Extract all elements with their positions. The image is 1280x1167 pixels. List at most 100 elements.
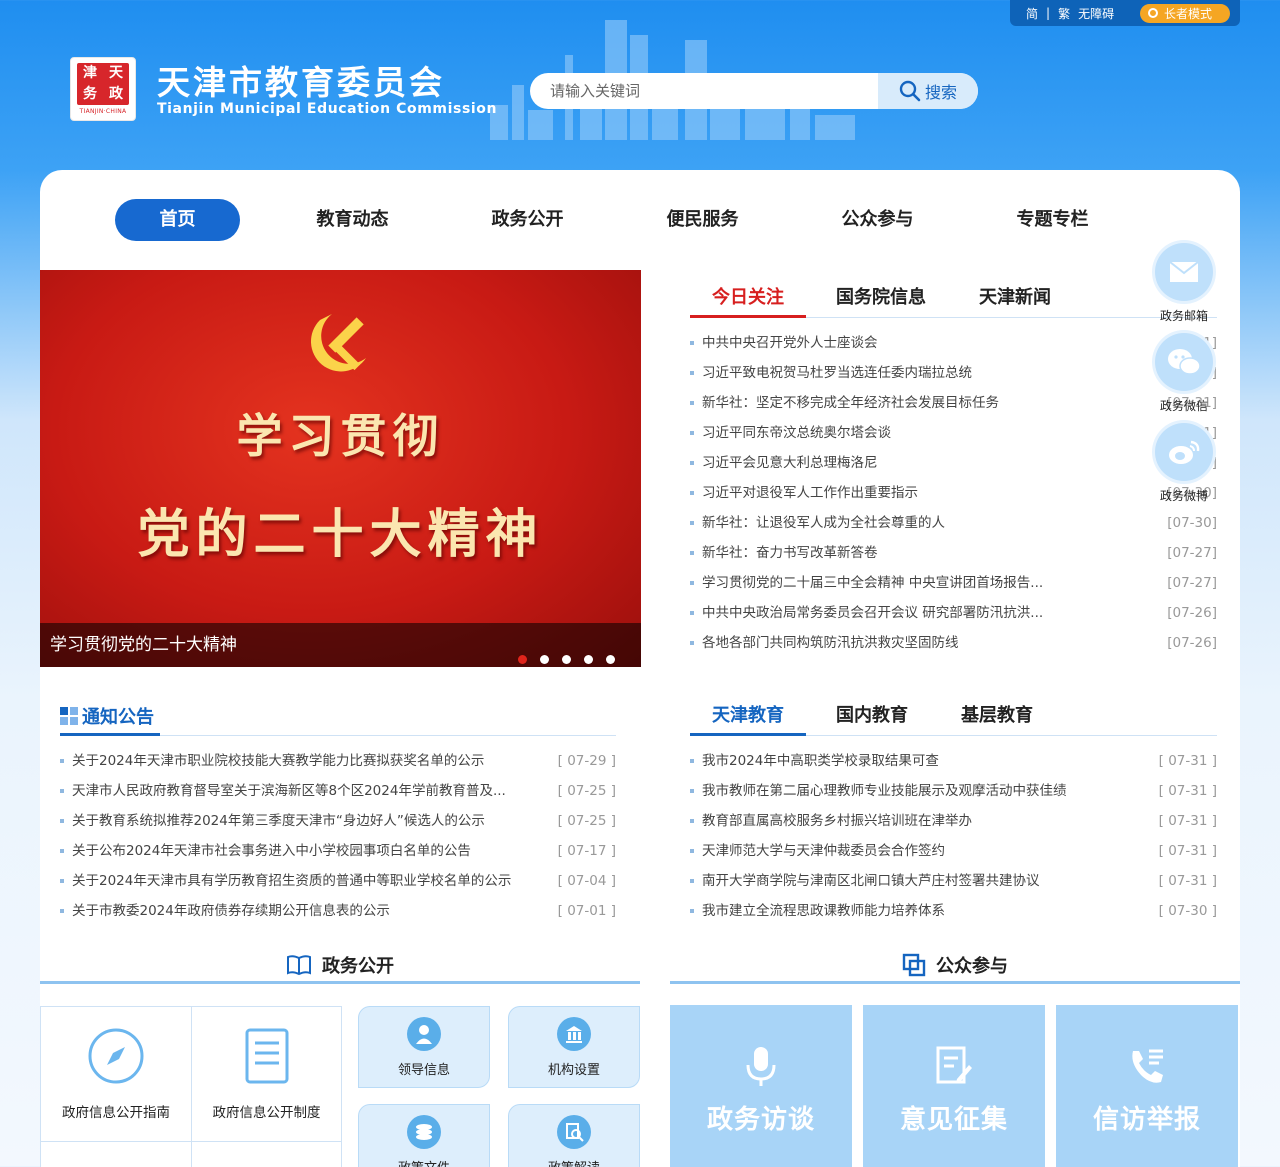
tile-petition-report[interactable]: 信访举报 xyxy=(1056,1005,1238,1167)
list-item-title[interactable]: 关于2024年天津市职业院校技能大赛教学能力比赛拟获奖名单的公示 xyxy=(72,746,556,776)
banner-slider[interactable]: 学习贯彻 党的二十大精神 学习贯彻党的二十大精神 xyxy=(40,270,641,667)
notice-list: 关于2024年天津市职业院校技能大赛教学能力比赛拟获奖名单的公示[ 07-29 … xyxy=(60,746,616,926)
list-item-title[interactable]: 新华社：奋力书写改革新答卷 xyxy=(702,538,1157,568)
list-item-title[interactable]: 各地各部门共同构筑防汛抗洪救灾坚固防线 xyxy=(702,628,1157,658)
participation-heading: 公众参与 xyxy=(670,948,1240,984)
tab-tianjin-education[interactable]: 天津教育 xyxy=(690,700,806,736)
list-item[interactable]: 天津师范大学与天津仲裁委员会合作签约[ 07-31 ] xyxy=(690,836,1217,866)
site-logo[interactable]: 津 天 务 政 TIANJIN·CHINA xyxy=(70,57,136,121)
list-item-date: [ 07-25 ] xyxy=(557,813,616,829)
main-nav: 首页 教育动态 政务公开 便民服务 公众参与 专题专栏 xyxy=(115,199,1165,241)
slider-dot[interactable] xyxy=(518,655,527,664)
nav-special-topics[interactable]: 专题专栏 xyxy=(990,199,1115,241)
search-button[interactable]: 搜索 xyxy=(878,73,978,109)
list-item[interactable]: 习近平致电祝贺马杜罗当选连任委内瑞拉总统[07-31] xyxy=(690,358,1217,388)
slider-dot[interactable] xyxy=(584,655,593,664)
list-item[interactable]: 中共中央召开党外人士座谈会[07-31] xyxy=(690,328,1217,358)
list-item[interactable]: 关于2024年天津市职业院校技能大赛教学能力比赛拟获奖名单的公示[ 07-29 … xyxy=(60,746,616,776)
tile-label: 政府信息公开制度 xyxy=(212,1105,321,1121)
list-item-title[interactable]: 关于教育系统拟推荐2024年第三季度天津市“身边好人”候选人的公示 xyxy=(72,806,556,836)
slider-dot[interactable] xyxy=(540,655,549,664)
tile-organization[interactable]: 机构设置 xyxy=(508,1006,640,1088)
circle xyxy=(1155,243,1213,301)
tile-government-interview[interactable]: 政务访谈 xyxy=(670,1005,852,1167)
tab-grassroots-education[interactable]: 基层教育 xyxy=(961,700,1033,736)
list-item[interactable]: 南开大学商学院与津南区北闸口镇大芦庄村签署共建协议[ 07-31 ] xyxy=(690,866,1217,896)
list-item[interactable]: 新华社：坚定不移完成全年经济社会发展目标任务 [07-31] xyxy=(690,388,1217,418)
list-item-title[interactable]: 学习贯彻党的二十届三中全会精神 中央宣讲团首场报告... xyxy=(702,568,1157,598)
tile-policy-interpretation[interactable]: 政策解读 xyxy=(508,1104,640,1167)
list-item-title[interactable]: 新华社：坚定不移完成全年经济社会发展目标任务 xyxy=(702,388,1157,418)
float-wechat[interactable]: 政务微信 xyxy=(1153,333,1215,414)
circle xyxy=(1155,423,1213,481)
list-item-title[interactable]: 南开大学商学院与津南区北闸口镇大芦庄村签署共建协议 xyxy=(702,866,1157,896)
list-item[interactable]: 习近平对退役军人工作作出重要指示 [07-30] xyxy=(690,478,1217,508)
list-item-date: [ 07-31 ] xyxy=(1158,873,1217,889)
list-item-title[interactable]: 习近平致电祝贺马杜罗当选连任委内瑞拉总统 xyxy=(702,358,1157,388)
list-item[interactable]: 我市2024年中高职类学校录取结果可查[ 07-31 ] xyxy=(690,746,1217,776)
search-input[interactable] xyxy=(530,73,878,109)
accessibility-link[interactable]: 无障碍 xyxy=(1078,5,1114,22)
elder-mode-button[interactable]: 长者模式 xyxy=(1139,3,1230,23)
list-item-date: [ 07-17 ] xyxy=(557,843,616,859)
list-item-title[interactable]: 天津市人民政府教育督导室关于滨海新区等8个区2024年学前教育普及... xyxy=(72,776,556,806)
tab-domestic-education[interactable]: 国内教育 xyxy=(836,700,908,736)
tile-policy-documents[interactable]: 政策文件 xyxy=(358,1104,490,1167)
tile-opinion-collection[interactable]: 意见征集 xyxy=(863,1005,1045,1167)
list-item[interactable]: 关于2024年天津市具有学历教育招生资质的普通中等职业学校名单的公示[ 07-0… xyxy=(60,866,616,896)
seal-graphic: 津 天 务 政 xyxy=(77,63,129,105)
list-item[interactable]: 关于公布2024年天津市社会事务进入中小学校园事项白名单的公告[ 07-17 ] xyxy=(60,836,616,866)
list-item-title[interactable]: 关于2024年天津市具有学历教育招生资质的普通中等职业学校名单的公示 xyxy=(72,866,556,896)
slider-dot[interactable] xyxy=(606,655,615,664)
list-item-date: [07-26] xyxy=(1167,635,1217,651)
list-item[interactable]: 我市教师在第二届心理教师专业技能展示及观摩活动中获佳绩[ 07-31 ] xyxy=(690,776,1217,806)
list-item-title[interactable]: 关于市教委2024年政府债券存续期公开信息表的公示 xyxy=(72,896,556,926)
list-item-title[interactable]: 我市2024年中高职类学校录取结果可查 xyxy=(702,746,1157,776)
list-item-title[interactable]: 习近平对退役军人工作作出重要指示 xyxy=(702,478,1157,508)
list-item[interactable]: 新华社：让退役军人成为全社会尊重的人 [07-30] xyxy=(690,508,1217,538)
float-weibo[interactable]: 政务微博 xyxy=(1153,423,1215,504)
tile-label: 机构设置 xyxy=(547,1062,600,1078)
float-mailbox[interactable]: 政务邮箱 xyxy=(1153,243,1215,324)
list-item-title[interactable]: 中共中央政治局常务委员会召开会议 研究部署防汛抗洪... xyxy=(702,598,1157,628)
list-item-title[interactable]: 天津师范大学与天津仲裁委员会合作签约 xyxy=(702,836,1157,866)
tile-leader-info[interactable]: 领导信息 xyxy=(358,1006,490,1088)
list-item[interactable]: 中共中央政治局常务委员会召开会议 研究部署防汛抗洪... [07-26] xyxy=(690,598,1217,628)
site-subtitle: Tianjin Municipal Education Commission xyxy=(157,101,498,117)
list-item-date: [ 07-31 ] xyxy=(1158,843,1217,859)
list-item-title[interactable]: 关于公布2024年天津市社会事务进入中小学校园事项白名单的公告 xyxy=(72,836,556,866)
grid-icon xyxy=(60,707,78,725)
list-item-title[interactable]: 新华社：让退役军人成为全社会尊重的人 xyxy=(702,508,1157,538)
list-item[interactable]: 学习贯彻党的二十届三中全会精神 中央宣讲团首场报告... [07-27] xyxy=(690,568,1217,598)
tile-disclosure-rules[interactable]: 政府信息公开制度 xyxy=(191,1006,342,1142)
list-item-title[interactable]: 我市教师在第二届心理教师专业技能展示及观摩活动中获佳绩 xyxy=(702,776,1157,806)
simplified-chinese-link[interactable]: 简 xyxy=(1026,5,1038,22)
tile-disclosure-guide[interactable]: 政府信息公开指南 xyxy=(40,1006,192,1142)
list-item-title[interactable]: 教育部直属高校服务乡村振兴培训班在津举办 xyxy=(702,806,1157,836)
list-item-title[interactable]: 中共中央召开党外人士座谈会 xyxy=(702,328,1157,358)
list-item[interactable]: 新华社：奋力书写改革新答卷 [07-27] xyxy=(690,538,1217,568)
list-item[interactable]: 习近平会见意大利总理梅洛尼[07-30] xyxy=(690,448,1217,478)
list-item-title[interactable]: 习近平会见意大利总理梅洛尼 xyxy=(702,448,1157,478)
list-item[interactable]: 教育部直属高校服务乡村振兴培训班在津举办[ 07-31 ] xyxy=(690,806,1217,836)
notice-title[interactable]: 通知公告 xyxy=(60,700,160,736)
list-item[interactable]: 我市建立全流程思政课教师能力培养体系[ 07-30 ] xyxy=(690,896,1217,926)
nav-public-participation[interactable]: 公众参与 xyxy=(815,199,940,241)
tab-today-focus[interactable]: 今日关注 xyxy=(690,282,806,318)
list-item[interactable]: 关于教育系统拟推荐2024年第三季度天津市“身边好人”候选人的公示[ 07-25… xyxy=(60,806,616,836)
nav-public-services[interactable]: 便民服务 xyxy=(640,199,765,241)
list-item-title[interactable]: 习近平同东帝汶总统奥尔塔会谈 xyxy=(702,418,1157,448)
nav-education-news[interactable]: 教育动态 xyxy=(290,199,415,241)
list-item[interactable]: 天津市人民政府教育督导室关于滨海新区等8个区2024年学前教育普及...[ 07… xyxy=(60,776,616,806)
traditional-chinese-link[interactable]: 繁 xyxy=(1058,5,1070,22)
list-item[interactable]: 各地各部门共同构筑防汛抗洪救灾坚固防线 [07-26] xyxy=(690,628,1217,658)
list-item[interactable]: 习近平同东帝汶总统奥尔塔会谈[07-31] xyxy=(690,418,1217,448)
list-item[interactable]: 关于市教委2024年政府债券存续期公开信息表的公示[ 07-01 ] xyxy=(60,896,616,926)
nav-government-affairs[interactable]: 政务公开 xyxy=(465,199,590,241)
tab-tianjin-news[interactable]: 天津新闻 xyxy=(979,282,1051,318)
tile-label: 政策解读 xyxy=(548,1157,600,1167)
list-item-title[interactable]: 我市建立全流程思政课教师能力培养体系 xyxy=(702,896,1157,926)
slider-dot[interactable] xyxy=(562,655,571,664)
tab-state-council[interactable]: 国务院信息 xyxy=(836,282,926,318)
nav-home[interactable]: 首页 xyxy=(115,199,240,241)
